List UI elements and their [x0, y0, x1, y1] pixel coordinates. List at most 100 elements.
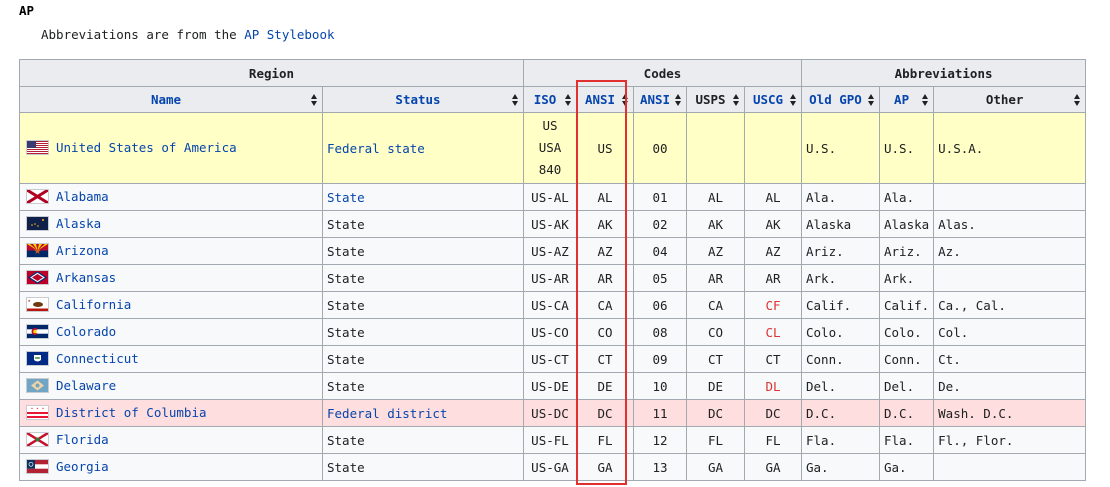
sort-icon[interactable] — [675, 93, 682, 106]
group-header-row: Region Codes Abbreviations — [19, 59, 1087, 87]
old-gpo-cell: Ala. — [801, 183, 880, 211]
column-ansi-numeric[interactable]: ANSI — [633, 86, 687, 113]
name-cell: Florida — [19, 426, 323, 454]
column-uscg[interactable]: USCG — [744, 86, 802, 113]
uscg-cell: CL — [744, 318, 802, 346]
ansi-numeric-cell: 09 — [633, 345, 687, 373]
region-name-link[interactable]: Delaware — [56, 378, 116, 393]
ap-cell: Alaska — [878, 210, 935, 238]
sort-icon[interactable] — [733, 93, 740, 106]
status-cell: State — [322, 426, 524, 454]
sort-icon[interactable] — [311, 93, 318, 106]
status-text: State — [327, 351, 365, 367]
usps-cell: CA — [686, 291, 745, 319]
region-name-link[interactable]: Alabama — [56, 189, 109, 204]
ansi-alpha-cell: DC — [576, 399, 634, 427]
column-iso-label: ISO — [533, 92, 557, 107]
usps-cell: DC — [686, 399, 745, 427]
other-cell — [933, 183, 1087, 211]
abbreviations-table-wrapper: Region Codes Abbreviations Name Status I… — [19, 59, 1087, 481]
iso-cell: US-AL — [523, 183, 577, 211]
status-text: State — [327, 324, 365, 340]
region-name-link[interactable]: California — [56, 297, 131, 312]
sort-icon[interactable] — [565, 93, 572, 106]
other-cell: Az. — [933, 237, 1087, 265]
georgia-flag-icon — [26, 458, 49, 474]
status-text: State — [327, 216, 365, 232]
uscg-cell: AR — [744, 264, 802, 292]
column-ansi-alpha[interactable]: ANSI — [576, 86, 634, 113]
region-name-link[interactable]: Connecticut — [56, 351, 139, 366]
nation-other-cell: U.S.A. — [933, 112, 1087, 184]
status-cell: State — [322, 237, 524, 265]
ansi-alpha-cell: CO — [576, 318, 634, 346]
region-name-link[interactable]: Arkansas — [56, 270, 116, 285]
section-heading: AP — [19, 3, 35, 18]
column-name[interactable]: Name — [19, 86, 323, 113]
table-row: Delaware State US-DE DE 10 DE DL Del. Del. De. — [19, 372, 1087, 400]
name-cell: Colorado — [19, 318, 323, 346]
region-name-link[interactable]: Arizona — [56, 243, 109, 258]
iso-cell: US-AZ — [523, 237, 577, 265]
usps-cell: AK — [686, 210, 745, 238]
sort-icon[interactable] — [622, 93, 629, 106]
uscg-cell: DL — [744, 372, 802, 400]
column-ap[interactable]: AP — [878, 86, 935, 113]
column-usps-label: USPS — [695, 92, 726, 107]
column-status-label: Status — [395, 92, 441, 107]
nation-ansi-numeric-cell: 00 — [633, 112, 687, 184]
ap-cell: Ala. — [878, 183, 935, 211]
dc-flag-icon — [26, 404, 49, 420]
column-status[interactable]: Status — [322, 86, 524, 113]
region-name-link[interactable]: Florida — [56, 432, 109, 447]
region-name-link[interactable]: Georgia — [56, 459, 109, 474]
ansi-alpha-cell: AK — [576, 210, 634, 238]
column-old-gpo-label: Old GPO — [809, 92, 862, 107]
ap-cell: Conn. — [878, 345, 935, 373]
nation-iso-alpha3: USA — [538, 140, 562, 155]
sort-icon[interactable] — [512, 93, 519, 106]
ansi-alpha-cell: CA — [576, 291, 634, 319]
nation-name-link[interactable]: United States of America — [56, 140, 237, 155]
nation-uscg-cell — [744, 112, 802, 184]
abbreviations-table: Region Codes Abbreviations Name Status I… — [19, 59, 1087, 481]
sort-icon[interactable] — [790, 93, 797, 106]
other-cell: De. — [933, 372, 1087, 400]
ansi-alpha-cell: AZ — [576, 237, 634, 265]
sort-icon[interactable] — [868, 93, 875, 106]
delaware-flag-icon — [26, 377, 49, 393]
sort-icon[interactable] — [922, 93, 929, 106]
nation-iso-cell: US USA 840 — [523, 112, 577, 184]
status-text: State — [327, 459, 365, 475]
column-old-gpo[interactable]: Old GPO — [801, 86, 880, 113]
nation-iso-alpha2: US — [542, 118, 558, 133]
column-iso[interactable]: ISO — [523, 86, 577, 113]
table-body: United States of America Federal state U… — [19, 112, 1087, 481]
nation-gpo-cell: U.S. — [801, 112, 880, 184]
sort-icon[interactable] — [1074, 93, 1081, 106]
region-name-link[interactable]: District of Columbia — [56, 405, 207, 420]
ansi-numeric-cell: 08 — [633, 318, 687, 346]
column-other[interactable]: Other — [933, 86, 1087, 113]
table-row: District of Columbia Federal district US-D… — [19, 399, 1087, 427]
ansi-numeric-cell: 04 — [633, 237, 687, 265]
usps-cell: AR — [686, 264, 745, 292]
status-link[interactable]: State — [327, 190, 365, 205]
column-usps[interactable]: USPS — [686, 86, 745, 113]
status-link[interactable]: Federal district — [327, 406, 447, 421]
region-name-link[interactable]: Colorado — [56, 324, 116, 339]
usps-cell: CT — [686, 345, 745, 373]
ap-stylebook-link[interactable]: AP Stylebook — [244, 27, 334, 42]
nation-status-link[interactable]: Federal state — [327, 141, 425, 156]
old-gpo-cell: Del. — [801, 372, 880, 400]
region-name-link[interactable]: Alaska — [56, 216, 101, 231]
status-text: State — [327, 297, 365, 313]
ansi-alpha-cell: DE — [576, 372, 634, 400]
iso-cell: US-DC — [523, 399, 577, 427]
table-row: Arkansas State US-AR AR 05 AR AR Ark. Ark. — [19, 264, 1087, 292]
usps-cell: GA — [686, 453, 745, 481]
uscg-cell: CF — [744, 291, 802, 319]
ansi-numeric-cell: 13 — [633, 453, 687, 481]
nation-usps-cell — [686, 112, 745, 184]
ansi-numeric-cell: 06 — [633, 291, 687, 319]
